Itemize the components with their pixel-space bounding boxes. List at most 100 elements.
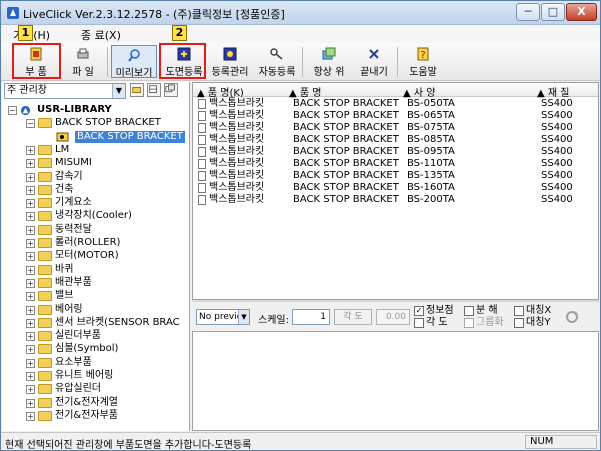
expand-toggle-icon[interactable]: + — [26, 185, 35, 195]
table-cell: SS400 — [541, 194, 573, 205]
expand-toggle-icon[interactable]: − — [26, 119, 35, 129]
library-tree[interactable]: − USR-LIBRARY − BACK STOP BRACKET BACK STOP … — [2, 102, 189, 432]
menu-bar: 기능(H) 종 료(X) — [1, 25, 600, 43]
expand-toggle-icon[interactable]: + — [26, 372, 35, 381]
file-label: 파 일 — [72, 67, 94, 78]
expand-toggle-icon[interactable]: − — [8, 106, 17, 115]
list-header: ▲ 품 명(K) ▲ 품 명 ▲ 사 양 ▲ 재 질 — [193, 83, 598, 99]
file-button[interactable]: 파 일 — [61, 45, 105, 78]
expand-toggle-icon[interactable]: + — [26, 212, 35, 222]
expand-toggle-icon[interactable]: + — [26, 265, 35, 275]
folder-icon — [38, 397, 52, 408]
tree-item-label: 모터(MOTOR) — [55, 250, 119, 262]
horizontal-splitter[interactable] — [192, 300, 599, 302]
expand-toggle-icon[interactable]: + — [26, 145, 35, 155]
tree-item-label: 기계요소 — [55, 197, 92, 209]
table-row[interactable]: 백스톱브라킷 BACK STOP BRACKET BS-200TA SS400 — [193, 194, 598, 206]
table-row[interactable]: 백스톱브라킷 BACK STOP BRACKET BS-160TA SS400 — [193, 182, 598, 194]
expand-toggle-icon[interactable]: + — [26, 345, 35, 355]
table-cell: BACK STOP BRACKET — [293, 194, 399, 205]
close-button[interactable]: X — [566, 3, 597, 21]
table-cell: BS-075TA — [407, 122, 455, 133]
always-on-top-button[interactable]: 항상 위 — [306, 45, 352, 78]
table-cell: SS400 — [541, 134, 573, 145]
menu-exit[interactable]: 종 료(X) — [81, 27, 121, 43]
group-checkbox[interactable] — [464, 318, 474, 328]
table-row[interactable]: 백스톱브라킷 BACK STOP BRACKET BS-075TA SS400 — [193, 122, 598, 134]
manager-combo[interactable]: 주 관리창 ▼ — [4, 83, 126, 99]
table-cell: 백스톱브라킷 — [209, 170, 265, 181]
document-icon — [198, 99, 206, 109]
table-row[interactable]: 백스톱브라킷 BACK STOP BRACKET BS-095TA SS400 — [193, 146, 598, 158]
table-row[interactable]: 백스톱브라킷 BACK STOP BRACKET BS-085TA SS400 — [193, 134, 598, 146]
folder-icon — [38, 357, 52, 368]
tree-item-label: 유압실린더 — [55, 383, 101, 395]
expand-toggle-icon[interactable]: + — [26, 225, 35, 235]
bracket-part-icon — [56, 132, 69, 142]
column-spec[interactable]: ▲ 사 양 — [403, 84, 435, 99]
mirror-x-checkbox[interactable] — [514, 306, 524, 316]
folder-icon — [38, 317, 52, 328]
expand-toggle-icon[interactable]: + — [26, 278, 35, 288]
preview-canvas[interactable] — [192, 331, 599, 431]
table-cell: BS-095TA — [407, 146, 455, 157]
table-row[interactable]: 백스톱브라킷 BACK STOP BRACKET BS-050TA SS400 — [193, 98, 598, 110]
delete-folder-button[interactable] — [147, 83, 161, 97]
help-button[interactable]: ? 도움말 — [401, 45, 445, 78]
new-folder-button[interactable] — [130, 83, 144, 97]
expand-toggle-icon[interactable]: + — [26, 398, 35, 408]
table-row[interactable]: 백스톱브라킷 BACK STOP BRACKET BS-065TA SS400 — [193, 110, 598, 122]
tree-item-label: 전기&전자계열 — [55, 396, 118, 408]
expand-toggle-icon[interactable]: + — [26, 385, 35, 395]
expand-toggle-icon[interactable]: + — [26, 199, 35, 209]
dropdown-arrow-icon[interactable]: ▼ — [112, 84, 125, 98]
table-cell: BACK STOP BRACKET — [293, 158, 399, 169]
expand-toggle-icon[interactable]: + — [26, 411, 35, 421]
register-drawing-button[interactable]: 도면등록 — [163, 45, 205, 78]
parts-button[interactable]: 부 품 — [13, 45, 59, 78]
folder-icon — [38, 371, 52, 381]
mirror-y-checkbox[interactable] — [514, 318, 524, 328]
register-drawing-label: 도면등록 — [165, 67, 203, 78]
tree-item-label: 냉각장치(Cooler) — [55, 210, 132, 222]
preview-mode-select[interactable]: No preview ▼ — [196, 309, 250, 325]
quit-button[interactable]: 끝내기 — [354, 45, 394, 78]
document-icon — [198, 171, 206, 181]
scale-input[interactable]: 1 — [292, 309, 330, 325]
mirror-y-label: 대칭Y — [526, 317, 551, 328]
column-material[interactable]: ▲ 재 질 — [537, 84, 569, 99]
dropdown-arrow-icon[interactable]: ▼ — [238, 310, 249, 324]
table-row[interactable]: 백스톱브라킷 BACK STOP BRACKET BS-135TA SS400 — [193, 170, 598, 182]
expand-toggle-icon[interactable]: + — [26, 239, 35, 248]
expand-toggle-icon[interactable]: + — [26, 332, 35, 342]
table-cell: BACK STOP BRACKET — [293, 110, 399, 121]
angle-button[interactable]: 각 도 — [334, 309, 372, 325]
expand-toggle-icon[interactable]: + — [26, 292, 35, 302]
folder-icon — [38, 171, 52, 182]
window-list-button[interactable] — [164, 83, 178, 97]
expand-toggle-icon[interactable]: + — [26, 252, 35, 262]
expand-toggle-icon[interactable]: + — [26, 358, 35, 368]
refresh-icon[interactable] — [564, 309, 580, 325]
column-name-kr[interactable]: ▲ 품 명(K) — [197, 84, 244, 99]
info-point-checkbox[interactable]: ✓ — [414, 306, 424, 316]
angle-checkbox[interactable] — [414, 318, 424, 328]
table-row[interactable]: 백스톱브라킷 BACK STOP BRACKET BS-110TA SS400 — [193, 158, 598, 170]
explode-checkbox[interactable] — [464, 306, 474, 316]
grid-icon — [149, 85, 157, 93]
table-cell: BS-065TA — [407, 110, 455, 121]
title-bar[interactable]: LiveClick Ver.2.3.12.2578 - (주)클릭정보 [정품인… — [1, 1, 600, 25]
expand-toggle-icon[interactable]: + — [26, 305, 35, 315]
column-name[interactable]: ▲ 품 명 — [289, 84, 321, 99]
maximize-button[interactable]: □ — [541, 3, 565, 21]
minimize-button[interactable]: ─ — [516, 3, 540, 21]
manage-registration-button[interactable]: 등록관리 — [207, 45, 253, 78]
table-cell: SS400 — [541, 158, 573, 169]
expand-toggle-icon[interactable]: + — [26, 172, 35, 182]
expand-toggle-icon[interactable]: + — [26, 159, 35, 169]
angle-input[interactable]: 0.00 — [376, 309, 410, 325]
table-cell: BS-110TA — [407, 158, 455, 169]
auto-register-button[interactable]: 자동등록 — [255, 45, 299, 78]
preview-button[interactable]: 미리보기 — [111, 45, 157, 79]
expand-toggle-icon[interactable]: + — [26, 318, 35, 328]
